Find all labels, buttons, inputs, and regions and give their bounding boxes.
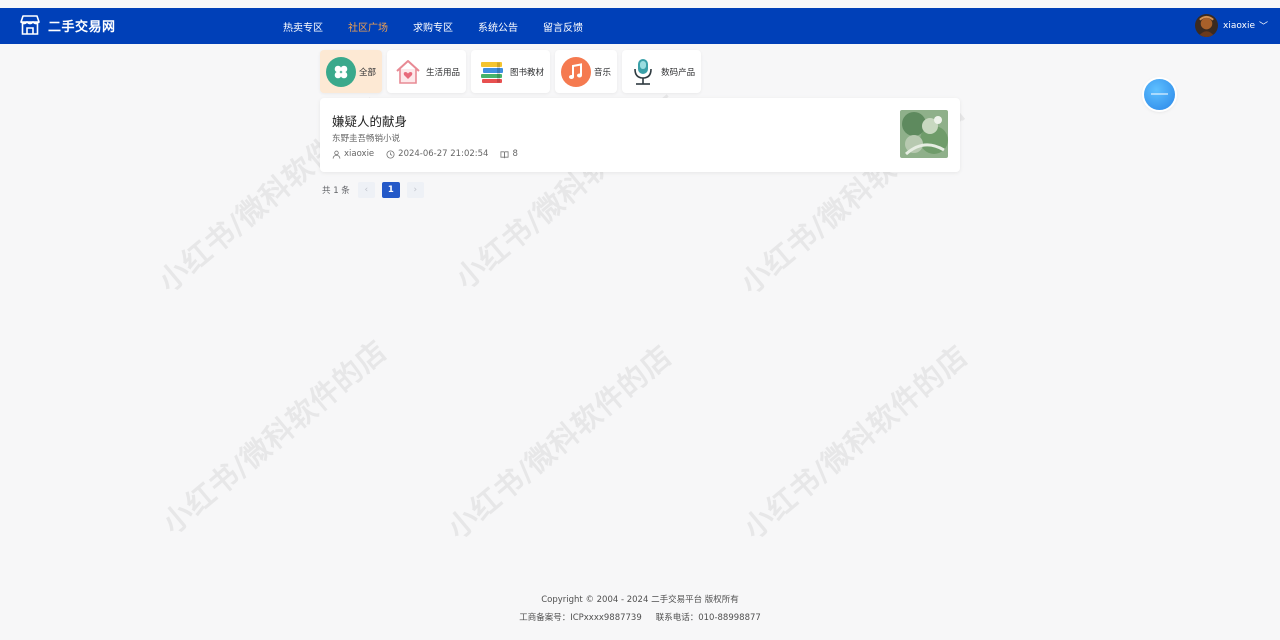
prev-page-button[interactable]: ‹ [357, 182, 375, 198]
category-daily-goods[interactable]: 生活用品 [387, 50, 467, 93]
post-meta: xiaoxie 2024-06-27 21:02:54 8 [332, 149, 530, 159]
footer-phone: 联系电话：010-88998877 [655, 613, 761, 623]
clock-icon [386, 149, 395, 159]
watermark: 小红书/微科软件的店 [440, 338, 679, 546]
pagination: 共 1 条 ‹ 1 › [322, 182, 431, 198]
watermark: 小红书/微科软件的店 [736, 338, 975, 546]
nav-item-feedback[interactable]: 留言反馈 [543, 19, 583, 34]
category-label: 图书教材 [510, 67, 545, 78]
category-all[interactable]: 全部 [320, 50, 383, 93]
category-label: 音乐 [594, 67, 612, 78]
watermark: 小红书/微科软件的店 [155, 333, 394, 541]
music-note-icon [561, 56, 592, 87]
page-number-button[interactable]: 1 [381, 182, 400, 198]
shop-icon [20, 15, 40, 35]
category-books[interactable]: 图书教材 [471, 50, 551, 93]
top-navigation-bar: 二手交易网 热卖专区 社区广场 求购专区 系统公告 留言反馈 xiaoxie ﹀ [0, 8, 1280, 44]
post-views-count: 8 [512, 149, 518, 159]
next-page-button[interactable]: › [406, 182, 424, 198]
post-title[interactable]: 嫌疑人的献身 [332, 111, 407, 130]
post-time-text: 2024-06-27 21:02:54 [398, 149, 489, 159]
user-icon [332, 150, 341, 159]
pagination-total: 共 1 条 [322, 186, 350, 196]
clover-icon [326, 56, 356, 87]
post-author-name: xiaoxie [344, 149, 375, 159]
nav-item-wanted[interactable]: 求购专区 [413, 19, 453, 34]
category-label: 生活用品 [426, 67, 461, 78]
nav-item-community[interactable]: 社区广场 [348, 19, 388, 34]
category-filter: 全部 生活用品 图书教材 音乐 数码产品 [320, 50, 706, 93]
post-time: 2024-06-27 21:02:54 [386, 149, 488, 159]
nav-item-hot-sale[interactable]: 热卖专区 [283, 19, 323, 34]
category-label: 全部 [359, 67, 377, 78]
book-icon [500, 150, 509, 158]
home-heart-icon [393, 57, 423, 87]
floating-action-button[interactable] [1144, 79, 1175, 110]
main-nav: 热卖专区 社区广场 求购专区 系统公告 留言反馈 [283, 8, 608, 44]
category-label: 数码产品 [661, 67, 696, 78]
post-card[interactable]: 嫌疑人的献身 东野圭吾畅销小说 xiaoxie 2024-06-27 21:02… [320, 98, 960, 172]
avatar[interactable] [1195, 14, 1219, 37]
user-menu[interactable]: xiaoxie ﹀ [1195, 14, 1268, 37]
post-description: 东野圭吾畅销小说 [332, 134, 401, 144]
post-author: xiaoxie [332, 149, 374, 159]
category-music[interactable]: 音乐 [555, 50, 618, 93]
chevron-down-icon[interactable]: ﹀ [1259, 19, 1268, 32]
books-icon [477, 57, 507, 87]
footer-info: 工商备案号：ICPxxxx9887739 联系电话：010-88998877 [0, 611, 1280, 623]
floating-button-mark [1151, 93, 1168, 95]
user-name[interactable]: xiaoxie [1223, 21, 1255, 31]
post-views: 8 [500, 149, 518, 159]
site-logo[interactable]: 二手交易网 [18, 13, 116, 37]
post-thumbnail[interactable] [900, 110, 948, 158]
footer-copyright: Copyright © 2004 - 2024 二手交易平台 版权所有 [541, 595, 739, 605]
nav-item-announcements[interactable]: 系统公告 [478, 19, 518, 34]
site-name: 二手交易网 [48, 19, 116, 35]
category-digital[interactable]: 数码产品 [622, 50, 702, 93]
microphone-icon [628, 57, 658, 87]
footer-icp: 工商备案号：ICPxxxx9887739 [519, 613, 642, 623]
